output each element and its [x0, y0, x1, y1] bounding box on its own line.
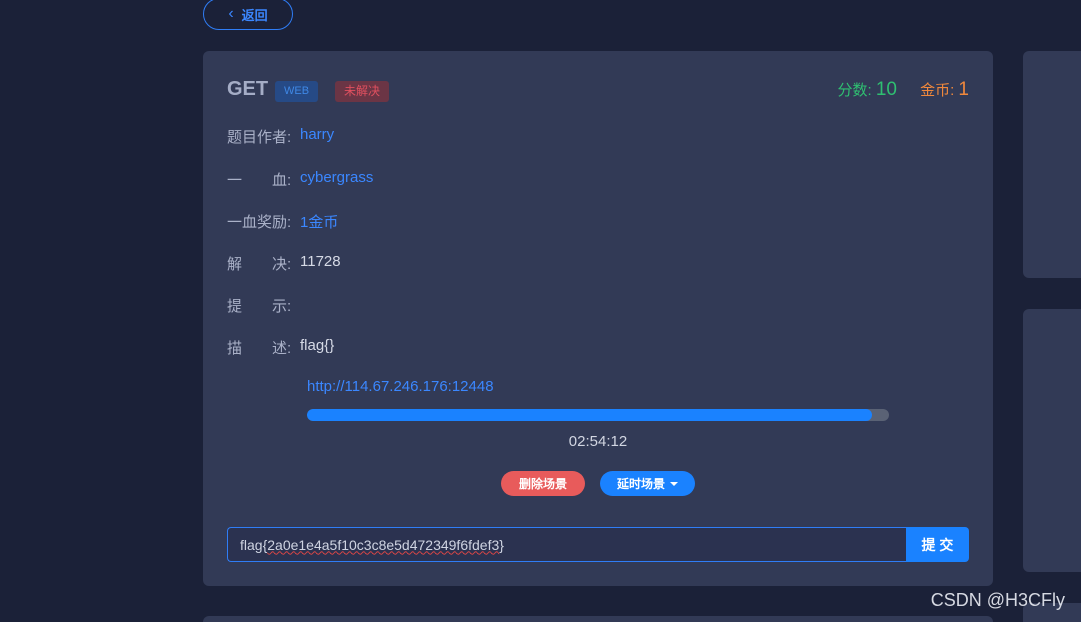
coin-label: 金币:	[920, 82, 955, 99]
coin-value: 1	[958, 79, 969, 100]
score-value: 10	[875, 79, 897, 100]
author-row: 题目作者: harry	[227, 126, 334, 147]
coin: 金币: 1	[920, 79, 969, 101]
first-blood-reward-label: 一血奖励:	[227, 214, 292, 231]
status-badge: 未解决	[335, 81, 390, 102]
side-card	[1023, 51, 1081, 278]
author-label: 题目作者:	[227, 129, 292, 146]
description-row: 描 述: flag{}	[227, 337, 334, 358]
description-value: flag{}	[300, 337, 335, 354]
hint-row: 提 示:	[227, 295, 300, 316]
extend-scene-dropdown[interactable]: 延时场景	[600, 471, 695, 496]
author-link[interactable]: harry	[300, 126, 334, 147]
flag-input[interactable]: flag{2a0e1e4a5f10c3c8e5d472349f6fdef3}	[227, 527, 907, 562]
submit-label: 提 交	[921, 536, 954, 553]
first-blood-reward-row: 一血奖励: 1金币	[227, 211, 338, 232]
solved-count: 11728	[300, 253, 341, 270]
back-button[interactable]: ‹ 返回	[203, 0, 293, 30]
challenge-title: GET	[227, 78, 269, 100]
scene-url-link[interactable]: http://114.67.246.176:12448	[307, 378, 494, 395]
first-blood-label: 一 血:	[227, 172, 292, 189]
flag-suffix: }	[499, 536, 504, 553]
extend-scene-label: 延时场景	[616, 477, 665, 491]
next-challenge-card	[203, 616, 993, 622]
flag-prefix: flag{	[240, 536, 268, 553]
hint-label: 提 示:	[227, 298, 292, 315]
challenge-card: GET WEB 未解决 分数: 10 金币: 1 题目作者: harry 一 血…	[203, 51, 993, 586]
delete-scene-button[interactable]: 删除场景	[501, 471, 585, 496]
score: 分数: 10	[838, 79, 897, 101]
first-blood-row: 一 血: cybergrass	[227, 169, 373, 190]
caret-down-icon	[670, 481, 678, 486]
delete-scene-label: 删除场景	[518, 477, 567, 491]
scene-time-progress-fill	[307, 409, 872, 421]
score-label: 分数:	[837, 82, 872, 99]
scene-timer: 02:54:12	[568, 433, 628, 450]
solved-label: 解 决:	[227, 256, 292, 273]
first-blood-reward-value: 1金币	[300, 214, 339, 231]
scene-time-progress	[307, 409, 889, 421]
category-badge: WEB	[275, 81, 319, 102]
back-label: 返回	[241, 7, 268, 23]
chevron-left-icon: ‹	[228, 5, 234, 22]
solved-row: 解 决: 11728	[227, 253, 341, 274]
watermark: CSDN @H3CFly	[930, 590, 1065, 610]
description-label: 描 述:	[227, 340, 292, 357]
side-card	[1023, 309, 1081, 572]
submit-flag-button[interactable]: 提 交	[906, 527, 969, 562]
flag-body: 2a0e1e4a5f10c3c8e5d472349f6fdef3	[267, 536, 500, 553]
first-blood-link[interactable]: cybergrass	[300, 169, 373, 190]
